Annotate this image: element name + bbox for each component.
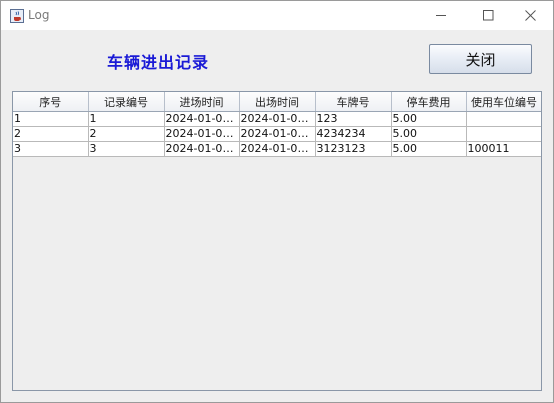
- close-icon: [525, 10, 536, 21]
- records-table-scrollpane[interactable]: 序号 记录编号 进场时间 出场时间 车牌号 停车费用 使用车位编号 1 1 20…: [12, 91, 542, 391]
- table-cell[interactable]: 2: [88, 126, 165, 142]
- table-row[interactable]: 1 1 2024-01-08... 2024-01-08... 123 5.00: [13, 111, 541, 127]
- table-cell[interactable]: 1: [88, 111, 165, 127]
- records-table: 序号 记录编号 进场时间 出场时间 车牌号 停车费用 使用车位编号 1 1 20…: [13, 92, 541, 157]
- window-title: Log: [28, 8, 50, 22]
- table-cell[interactable]: 5.00: [391, 141, 467, 157]
- page-heading: 车辆进出记录: [107, 53, 210, 72]
- title-bar[interactable]: Log: [1, 1, 553, 30]
- table-cell[interactable]: 3: [88, 141, 165, 157]
- table-cell[interactable]: 2024-01-08...: [164, 141, 240, 157]
- java-cup-icon: [10, 8, 24, 23]
- column-header[interactable]: 使用车位编号: [466, 92, 541, 112]
- column-header[interactable]: 车牌号: [315, 92, 392, 112]
- table-cell[interactable]: 123: [315, 111, 392, 127]
- table-cell[interactable]: 5.00: [391, 111, 467, 127]
- column-header[interactable]: 停车费用: [391, 92, 467, 112]
- table-cell[interactable]: 2024-01-08...: [239, 126, 316, 142]
- table-row[interactable]: 3 3 2024-01-08... 2024-01-08... 3123123 …: [13, 141, 541, 157]
- window-close-button[interactable]: [508, 1, 553, 30]
- table-cell[interactable]: 2024-01-08...: [239, 111, 316, 127]
- table-cell[interactable]: 2024-01-08...: [164, 126, 240, 142]
- column-header[interactable]: 出场时间: [239, 92, 316, 112]
- minimize-icon: [436, 10, 447, 21]
- column-header[interactable]: 序号: [13, 92, 89, 112]
- maximize-icon: [483, 10, 494, 21]
- column-header[interactable]: 进场时间: [164, 92, 240, 112]
- table-cell[interactable]: 2024-01-08...: [164, 111, 240, 127]
- table-header-row: 序号 记录编号 进场时间 出场时间 车牌号 停车费用 使用车位编号: [13, 92, 541, 112]
- table-cell[interactable]: 2: [13, 126, 89, 142]
- log-window: Log 车辆进出记录 关闭 序号 记录编号 进场时间 出场时间 车牌号 停车费用…: [0, 0, 554, 403]
- table-cell[interactable]: 5.00: [391, 126, 467, 142]
- table-cell[interactable]: 2024-01-08...: [239, 141, 316, 157]
- column-header[interactable]: 记录编号: [88, 92, 165, 112]
- table-cell[interactable]: 3: [13, 141, 89, 157]
- maximize-button[interactable]: [466, 1, 511, 30]
- table-cell[interactable]: [466, 126, 541, 142]
- close-button[interactable]: 关闭: [429, 44, 532, 74]
- minimize-button[interactable]: [419, 1, 464, 30]
- table-cell[interactable]: 3123123: [315, 141, 392, 157]
- table-cell[interactable]: 100011: [466, 141, 541, 157]
- table-row[interactable]: 2 2 2024-01-08... 2024-01-08... 4234234 …: [13, 126, 541, 142]
- table-cell[interactable]: 4234234: [315, 126, 392, 142]
- table-cell[interactable]: 1: [13, 111, 89, 127]
- table-cell[interactable]: [466, 111, 541, 127]
